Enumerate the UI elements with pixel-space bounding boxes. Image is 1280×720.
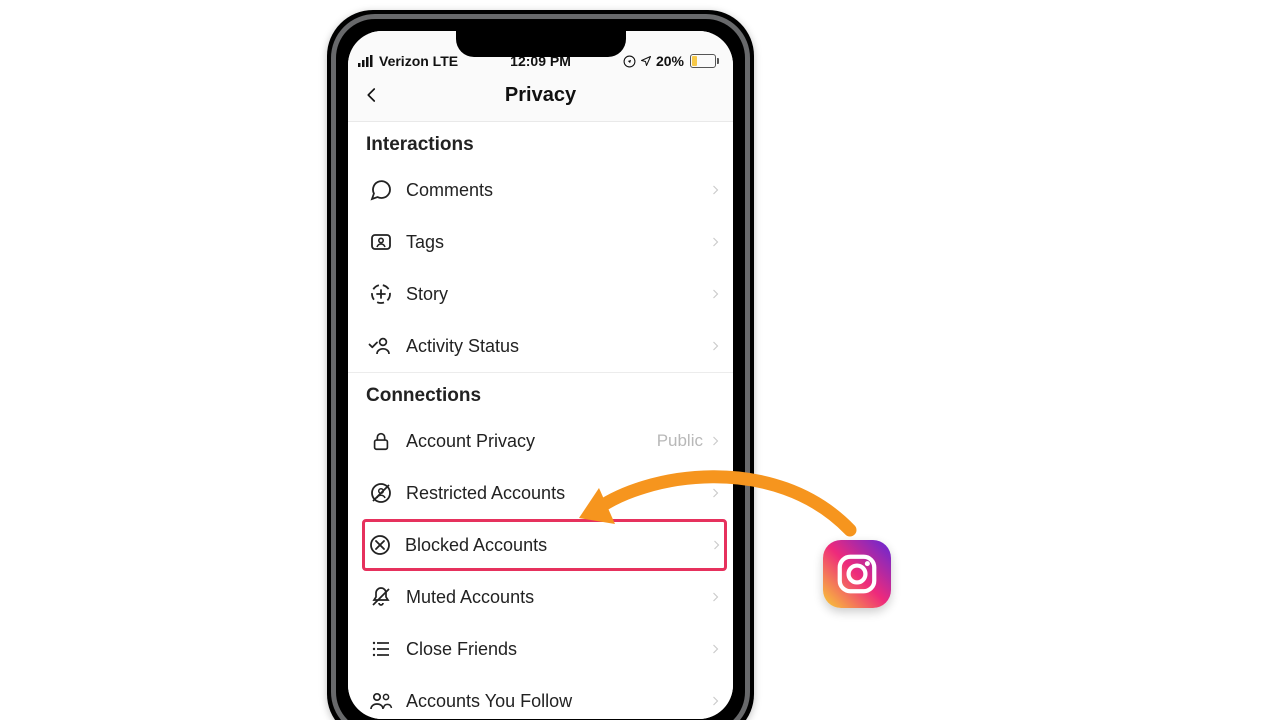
- chevron-right-icon: [709, 337, 721, 355]
- settings-row-muted-accounts[interactable]: Muted Accounts: [348, 571, 733, 623]
- row-label: Restricted Accounts: [396, 483, 709, 504]
- settings-row-activity-status[interactable]: Activity Status: [348, 320, 733, 372]
- lock-icon: [366, 429, 396, 453]
- row-label: Close Friends: [396, 639, 709, 660]
- tags-icon: [366, 230, 396, 254]
- section-header-interactions: Interactions: [348, 122, 733, 164]
- battery-icon: [688, 54, 719, 68]
- row-label: Account Privacy: [396, 431, 657, 452]
- close-friends-icon: [366, 637, 396, 661]
- carrier-text: Verizon LTE: [379, 53, 458, 69]
- chevron-right-icon: [709, 640, 721, 658]
- settings-row-account-privacy[interactable]: Account Privacy Public: [348, 415, 733, 467]
- row-label: Tags: [396, 232, 709, 253]
- page-title: Privacy: [348, 84, 733, 107]
- activity-status-icon: [366, 334, 396, 358]
- row-label: Blocked Accounts: [395, 535, 710, 556]
- chevron-right-icon: [709, 484, 721, 502]
- settings-row-close-friends[interactable]: Close Friends: [348, 623, 733, 675]
- settings-row-comments[interactable]: Comments: [348, 164, 733, 216]
- location-icon: [640, 55, 652, 67]
- settings-content: Interactions Comments: [348, 122, 733, 719]
- chevron-right-icon: [709, 181, 721, 199]
- comment-icon: [366, 178, 396, 202]
- nav-header: Privacy: [348, 69, 733, 122]
- accounts-follow-icon: [366, 689, 396, 713]
- row-label: Accounts You Follow: [396, 691, 709, 712]
- cell-signal-icon: [358, 55, 374, 67]
- chevron-right-icon: [709, 285, 721, 303]
- restricted-icon: [366, 481, 396, 505]
- compass-icon: [623, 55, 636, 68]
- instagram-icon: [823, 540, 891, 608]
- battery-text: 20%: [656, 53, 684, 69]
- settings-row-blocked-accounts[interactable]: Blocked Accounts: [362, 519, 727, 571]
- row-label: Muted Accounts: [396, 587, 709, 608]
- chevron-right-icon: [709, 432, 721, 450]
- blocked-icon: [365, 533, 395, 557]
- settings-row-accounts-you-follow[interactable]: Accounts You Follow: [348, 675, 733, 719]
- chevron-right-icon: [709, 233, 721, 251]
- muted-icon: [366, 585, 396, 609]
- row-label: Comments: [396, 180, 709, 201]
- phone-notch: [456, 31, 626, 57]
- settings-row-story[interactable]: Story: [348, 268, 733, 320]
- phone-frame: Verizon LTE 12:09 PM 20%: [327, 10, 754, 720]
- story-icon: [366, 282, 396, 306]
- settings-row-tags[interactable]: Tags: [348, 216, 733, 268]
- row-detail: Public: [657, 431, 709, 451]
- row-label: Activity Status: [396, 336, 709, 357]
- settings-row-restricted-accounts[interactable]: Restricted Accounts: [348, 467, 733, 519]
- chevron-right-icon: [709, 588, 721, 606]
- row-label: Story: [396, 284, 709, 305]
- chevron-right-icon: [710, 536, 722, 554]
- chevron-right-icon: [709, 692, 721, 710]
- section-header-connections: Connections: [348, 373, 733, 415]
